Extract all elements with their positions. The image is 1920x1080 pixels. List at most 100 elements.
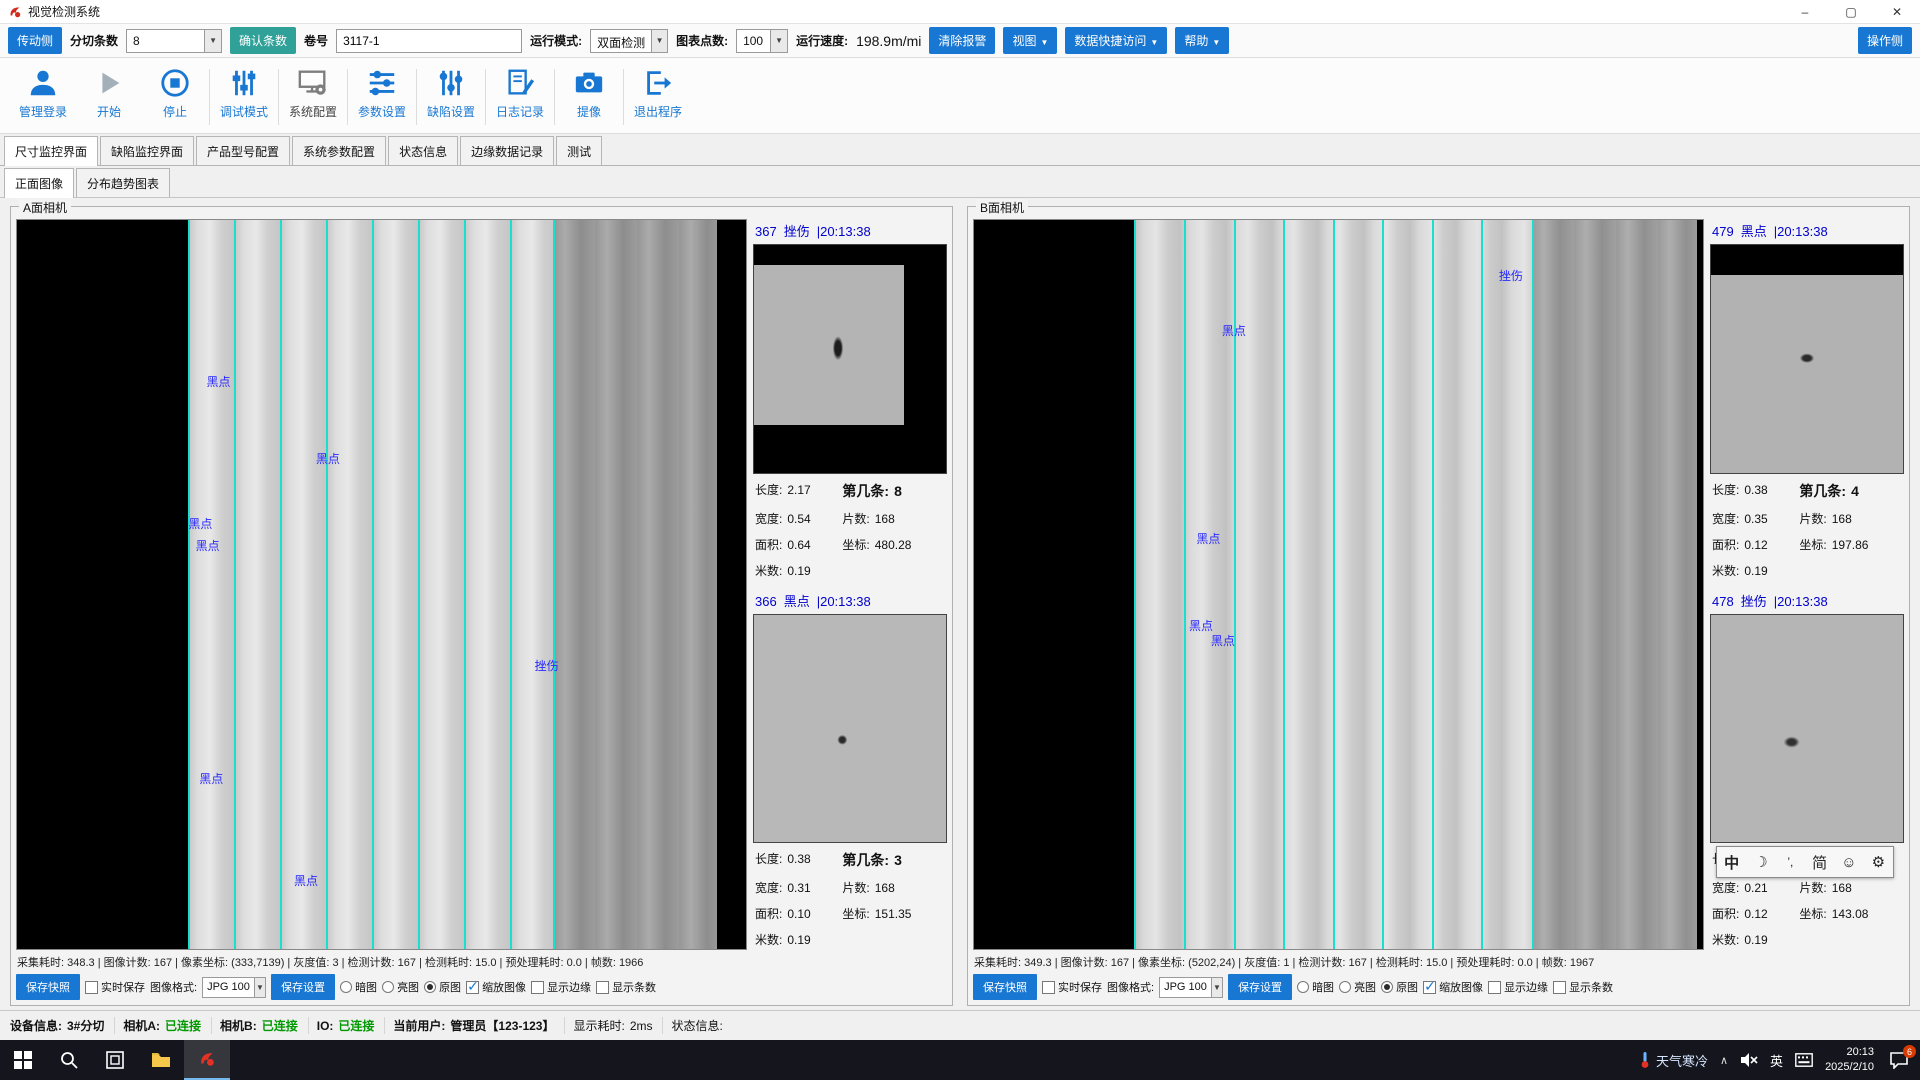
show-edge-checkbox[interactable] (531, 981, 544, 994)
taskbar-app-vision-system[interactable] (184, 1040, 230, 1080)
confirm-count-button[interactable]: 确认条数 (230, 27, 296, 54)
view-menu-button[interactable]: 视图▼ (1003, 27, 1057, 54)
original-image-radio[interactable] (1381, 981, 1393, 993)
touch-keyboard-icon[interactable] (1795, 1053, 1813, 1067)
save-snapshot-button[interactable]: 保存快照 (16, 974, 80, 1000)
defect-type: 黑点 (784, 591, 810, 610)
minimize-button[interactable]: – (1782, 0, 1828, 23)
sliders-horizontal-icon (366, 66, 398, 100)
help-menu-button[interactable]: 帮助▼ (1175, 27, 1229, 54)
dark-image-radio[interactable] (340, 981, 352, 993)
tab-edge-data-record[interactable]: 边缘数据记录 (460, 136, 554, 165)
tab-status-info[interactable]: 状态信息 (388, 136, 458, 165)
chart-points-select[interactable]: 100 ▼ (736, 29, 788, 53)
tab-defect-monitor[interactable]: 缺陷监控界面 (100, 136, 194, 165)
sub-tab-bar: 正面图像 分布趋势图表 (0, 166, 1920, 198)
defect-overlay-label: 黑点 (207, 373, 231, 390)
capture-image-button[interactable]: 提像 (556, 63, 622, 120)
slit-count-select[interactable]: 8 ▼ (126, 29, 222, 53)
action-center-button[interactable]: 6 (1886, 1047, 1912, 1073)
show-strip-count-checkbox[interactable] (596, 981, 609, 994)
language-indicator[interactable]: 英 (1770, 1051, 1783, 1070)
tab-product-model-config[interactable]: 产品型号配置 (196, 136, 290, 165)
show-edge-checkbox[interactable] (1488, 981, 1501, 994)
admin-login-button[interactable]: 管理登录 (10, 63, 76, 120)
ime-language-mode-button[interactable]: 中 (1719, 847, 1745, 877)
defect-settings-button[interactable]: 缺陷设置 (418, 63, 484, 120)
camera-b-controls: 保存快照 实时保存 图像格式: JPG 100 ▼ 保存设置 暗图 亮图 原图 … (973, 972, 1904, 1001)
search-button[interactable] (46, 1040, 92, 1080)
bright-image-radio[interactable] (1339, 981, 1351, 993)
folder-icon (151, 1051, 171, 1069)
gear-icon[interactable]: ⚙ (1865, 847, 1891, 877)
weather-widget[interactable]: 天气寒冷 (1639, 1051, 1708, 1070)
defect-overlay-label: 挫伤 (1499, 267, 1523, 284)
run-mode-select[interactable]: 双面检测 ▼ (590, 29, 668, 53)
task-view-button[interactable] (92, 1040, 138, 1080)
start-button[interactable] (0, 1040, 46, 1080)
bright-image-radio[interactable] (382, 981, 394, 993)
defect-overlay-label: 挫伤 (535, 657, 559, 674)
taskbar-app-file-explorer[interactable] (138, 1040, 184, 1080)
defect-type: 黑点 (1741, 221, 1767, 240)
parameter-settings-button[interactable]: 参数设置 (349, 63, 415, 120)
moon-icon[interactable]: ☽ (1748, 847, 1774, 877)
tray-expand-chevron[interactable]: ∧ (1720, 1054, 1728, 1067)
realtime-save-checkbox[interactable] (1042, 981, 1055, 994)
camera-b-title: B面相机 (976, 199, 1028, 216)
app-logo-icon (198, 1050, 216, 1068)
roll-number-input[interactable] (336, 29, 522, 53)
image-format-label: 图像格式: (1107, 979, 1154, 995)
data-quick-access-menu-button[interactable]: 数据快捷访问▼ (1065, 27, 1167, 54)
emoji-icon[interactable]: ☺ (1836, 847, 1862, 877)
camera-b-view[interactable]: 挫伤 黑点 黑点 黑点 黑点 (973, 219, 1704, 950)
tab-system-param-config[interactable]: 系统参数配置 (292, 136, 386, 165)
tab-front-image[interactable]: 正面图像 (4, 168, 74, 198)
save-settings-button[interactable]: 保存设置 (1228, 974, 1292, 1000)
save-snapshot-button[interactable]: 保存快照 (973, 974, 1037, 1000)
main-tab-bar: 尺寸监控界面 缺陷监控界面 产品型号配置 系统参数配置 状态信息 边缘数据记录 … (0, 134, 1920, 166)
defect-stats: 长度:0.38 第几条:4 宽度:0.35 片数:168 面积:0.12 坐标:… (1710, 474, 1904, 581)
tab-distribution-trend-chart[interactable]: 分布趋势图表 (76, 168, 170, 197)
defect-card[interactable]: 478 挫伤 |20:13:38 长度:0.57 第几条:3 宽度:0.21 片… (1710, 589, 1904, 951)
image-format-select[interactable]: JPG 100 ▼ (202, 977, 266, 998)
save-settings-button[interactable]: 保存设置 (271, 974, 335, 1000)
defect-card[interactable]: 366 黑点 |20:13:38 长度:0.38 第几条:3 宽度:0.31 片… (753, 589, 947, 951)
close-button[interactable]: ✕ (1874, 0, 1920, 23)
clock-widget[interactable]: 20:13 2025/2/10 (1825, 1045, 1874, 1075)
drive-side-button[interactable]: 传动侧 (8, 27, 62, 54)
realtime-save-checkbox[interactable] (85, 981, 98, 994)
operator-side-button[interactable]: 操作侧 (1858, 27, 1912, 54)
show-strip-count-checkbox[interactable] (1553, 981, 1566, 994)
volume-muted-icon[interactable] (1740, 1052, 1758, 1068)
camera-a-status-line: 采集耗时: 348.3 | 图像计数: 167 | 像素坐标: (333,713… (16, 950, 947, 972)
defect-stats: 长度:2.17 第几条:8 宽度:0.54 片数:168 面积:0.64 坐标:… (753, 474, 947, 581)
debug-mode-button[interactable]: 调试模式 (211, 63, 277, 120)
tab-test[interactable]: 测试 (556, 136, 602, 165)
exit-program-button[interactable]: 退出程序 (625, 63, 691, 120)
system-config-button[interactable]: 系统配置 (280, 63, 346, 120)
ime-simplified-button[interactable]: 简 (1807, 847, 1833, 877)
image-format-select[interactable]: JPG 100 ▼ (1159, 977, 1223, 998)
dark-image-radio[interactable] (1297, 981, 1309, 993)
toolbar-separator (623, 69, 624, 125)
zoom-image-checkbox[interactable] (1423, 981, 1436, 994)
clear-alarm-button[interactable]: 清除报警 (929, 27, 995, 54)
ime-punctuation-button[interactable]: ’, (1777, 847, 1803, 877)
defect-overlay-label: 黑点 (199, 770, 223, 787)
icon-toolbar: 管理登录 开始 停止 调试模式 系统配置 参数设置 缺陷设置 日志记录 提像 退… (0, 58, 1920, 134)
zoom-image-checkbox[interactable] (466, 981, 479, 994)
camera-a-view[interactable]: 黑点 黑点 黑点 黑点 挫伤 黑点 黑点 (16, 219, 747, 950)
defect-overlay-label: 黑点 (294, 872, 318, 889)
log-record-button[interactable]: 日志记录 (487, 63, 553, 120)
start-button[interactable]: 开始 (76, 63, 142, 120)
maximize-button[interactable]: ▢ (1828, 0, 1874, 23)
camera-a-defect-list: 367 挫伤 |20:13:38 长度:2.17 第几条:8 宽度:0.54 片… (753, 219, 947, 950)
original-image-radio[interactable] (424, 981, 436, 993)
defect-card[interactable]: 479 黑点 |20:13:38 长度:0.38 第几条:4 宽度:0.35 片… (1710, 219, 1904, 581)
defect-card[interactable]: 367 挫伤 |20:13:38 长度:2.17 第几条:8 宽度:0.54 片… (753, 219, 947, 581)
chevron-down-icon: ▼ (1211, 978, 1222, 997)
stop-button[interactable]: 停止 (142, 63, 208, 120)
tab-size-monitor[interactable]: 尺寸监控界面 (4, 136, 98, 166)
ime-toolbar: 中 ☽ ’, 简 ☺ ⚙ (1716, 846, 1894, 878)
